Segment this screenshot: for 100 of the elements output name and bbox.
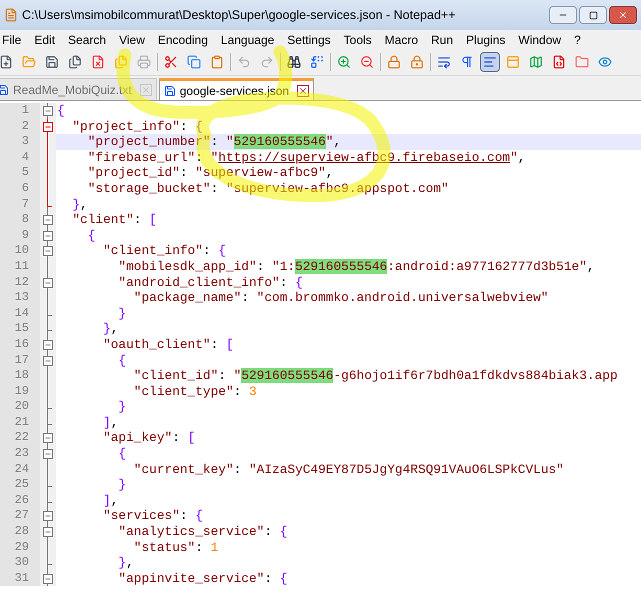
code-line: ], (102, 492, 120, 508)
menu-item[interactable]: Encoding (158, 30, 208, 48)
line-number: 1 (0, 103, 40, 119)
line-number: 29 (0, 540, 40, 556)
code-line: }, (71, 196, 89, 212)
fold-toggle-icon[interactable] (42, 340, 52, 350)
stacked-pages-icon (68, 55, 82, 69)
line-number: 22 (0, 430, 40, 446)
binoculars-icon (287, 55, 301, 69)
code-line: { (86, 228, 96, 244)
code-line: }, (102, 321, 120, 337)
fold-toggle-icon[interactable] (42, 106, 52, 116)
map-icon (529, 55, 543, 69)
menu-item[interactable]: Search (68, 30, 106, 48)
code-line: } (117, 306, 128, 322)
redo-icon (260, 55, 274, 69)
fold-toggle-icon[interactable] (42, 230, 52, 241)
menu-item[interactable]: Macro (384, 30, 418, 48)
code-line: }, (117, 555, 135, 571)
pilcrow-icon (460, 55, 474, 69)
fold-toggle-icon[interactable] (42, 574, 52, 584)
line-number: 21 (0, 414, 40, 430)
code-line: "mobilesdk_app_id": "1:529160555546:android:a977162777d3b51e", (117, 258, 596, 275)
menu-item[interactable]: Plugins (466, 30, 506, 48)
code-line: "current_key": "AIzaSyC49EY87D5JgYg4RSQ91VAuO6LSPkCVLus" (132, 462, 565, 478)
window-title: C:\Users\msimobilcommurat\Desktop\Super\google-services.json - Notepad++ (22, 6, 457, 24)
menu-item[interactable]: File (2, 30, 22, 48)
code-line: { (56, 103, 66, 119)
line-number: 7 (0, 196, 40, 212)
line-number: 31 (0, 570, 40, 586)
replace-icon (310, 55, 324, 69)
close-icon[interactable] (297, 84, 310, 96)
close-button[interactable] (609, 6, 637, 24)
fold-toggle-icon[interactable] (42, 356, 52, 366)
line-number: 19 (0, 384, 40, 400)
file-tab[interactable]: google-services.json (158, 78, 314, 100)
tab-label: google-services.json (180, 82, 290, 100)
fold-toggle-icon[interactable] (42, 215, 52, 226)
fold-toggle-icon[interactable] (42, 527, 52, 538)
fold-toggle-icon[interactable] (42, 449, 52, 460)
document-icon (552, 55, 566, 69)
line-number: 15 (0, 321, 40, 337)
new-file-icon (0, 55, 13, 69)
app-icon (4, 8, 18, 22)
line-number: 23 (0, 446, 40, 462)
fold-toggle-icon[interactable] (42, 511, 52, 522)
floppy-icon (0, 84, 9, 96)
close-file-icon (91, 55, 105, 69)
maximize-button[interactable] (579, 6, 607, 24)
line-number: 4 (0, 150, 40, 166)
floppy-icon (164, 84, 176, 96)
fold-toggle-icon[interactable] (42, 433, 52, 444)
code-line: "android_client_info": { (117, 274, 304, 290)
line-number: 13 (0, 290, 40, 306)
maximize-icon (588, 10, 598, 20)
line-number: 18 (0, 368, 40, 384)
lock-icon (410, 55, 424, 69)
line-number: 2 (0, 118, 40, 134)
code-line: { (117, 352, 128, 368)
code-line: "appinvite_service": { (117, 570, 288, 586)
copy-icon (187, 55, 201, 69)
code-line: } (117, 477, 128, 493)
code-line: "firebase_url": "https://superview-afbc9.firebaseio.com", (86, 150, 526, 166)
line-number: 11 (0, 258, 40, 275)
line-number: 24 (0, 462, 40, 478)
line-number: 6 (0, 180, 40, 197)
files-icon (114, 55, 128, 69)
panel-icon (506, 55, 520, 69)
code-line: "client": [ (71, 212, 158, 228)
menu-item[interactable]: Tools (344, 30, 372, 48)
zoom-in-icon (337, 55, 351, 69)
menu-item[interactable]: View (119, 30, 145, 48)
save-icon (45, 55, 59, 69)
fold-toggle-icon[interactable] (42, 278, 52, 288)
code-line: "client_type": 3 (132, 384, 258, 400)
lines-icon (483, 55, 497, 69)
line-number: 3 (0, 134, 40, 150)
fold-toggle-icon[interactable] (42, 122, 52, 132)
menu-item[interactable]: ? (574, 30, 581, 48)
line-number: 27 (0, 508, 40, 524)
menu-item[interactable]: Run (431, 30, 454, 48)
code-line: "storage_bucket": "superview-afbc9.appspot.com" (86, 180, 450, 197)
code-line: "services": { (102, 508, 204, 524)
line-number: 12 (0, 274, 40, 290)
line-number: 16 (0, 336, 40, 352)
zoom-out-icon (360, 55, 374, 69)
line-number: 8 (0, 212, 40, 228)
line-number: 17 (0, 352, 40, 368)
menu-item[interactable]: Edit (34, 30, 56, 48)
menu-item[interactable]: Language (220, 30, 274, 48)
fold-toggle-icon[interactable] (42, 246, 52, 256)
line-number: 28 (0, 524, 40, 540)
line-number: 9 (0, 228, 40, 244)
print-icon (137, 55, 151, 69)
menu-item[interactable]: Settings (287, 30, 331, 48)
menu-item[interactable]: Window (518, 30, 562, 48)
toolbar-button[interactable] (480, 52, 500, 72)
close-icon (618, 10, 628, 20)
eye-icon (598, 55, 612, 69)
wrap-icon (437, 55, 451, 69)
